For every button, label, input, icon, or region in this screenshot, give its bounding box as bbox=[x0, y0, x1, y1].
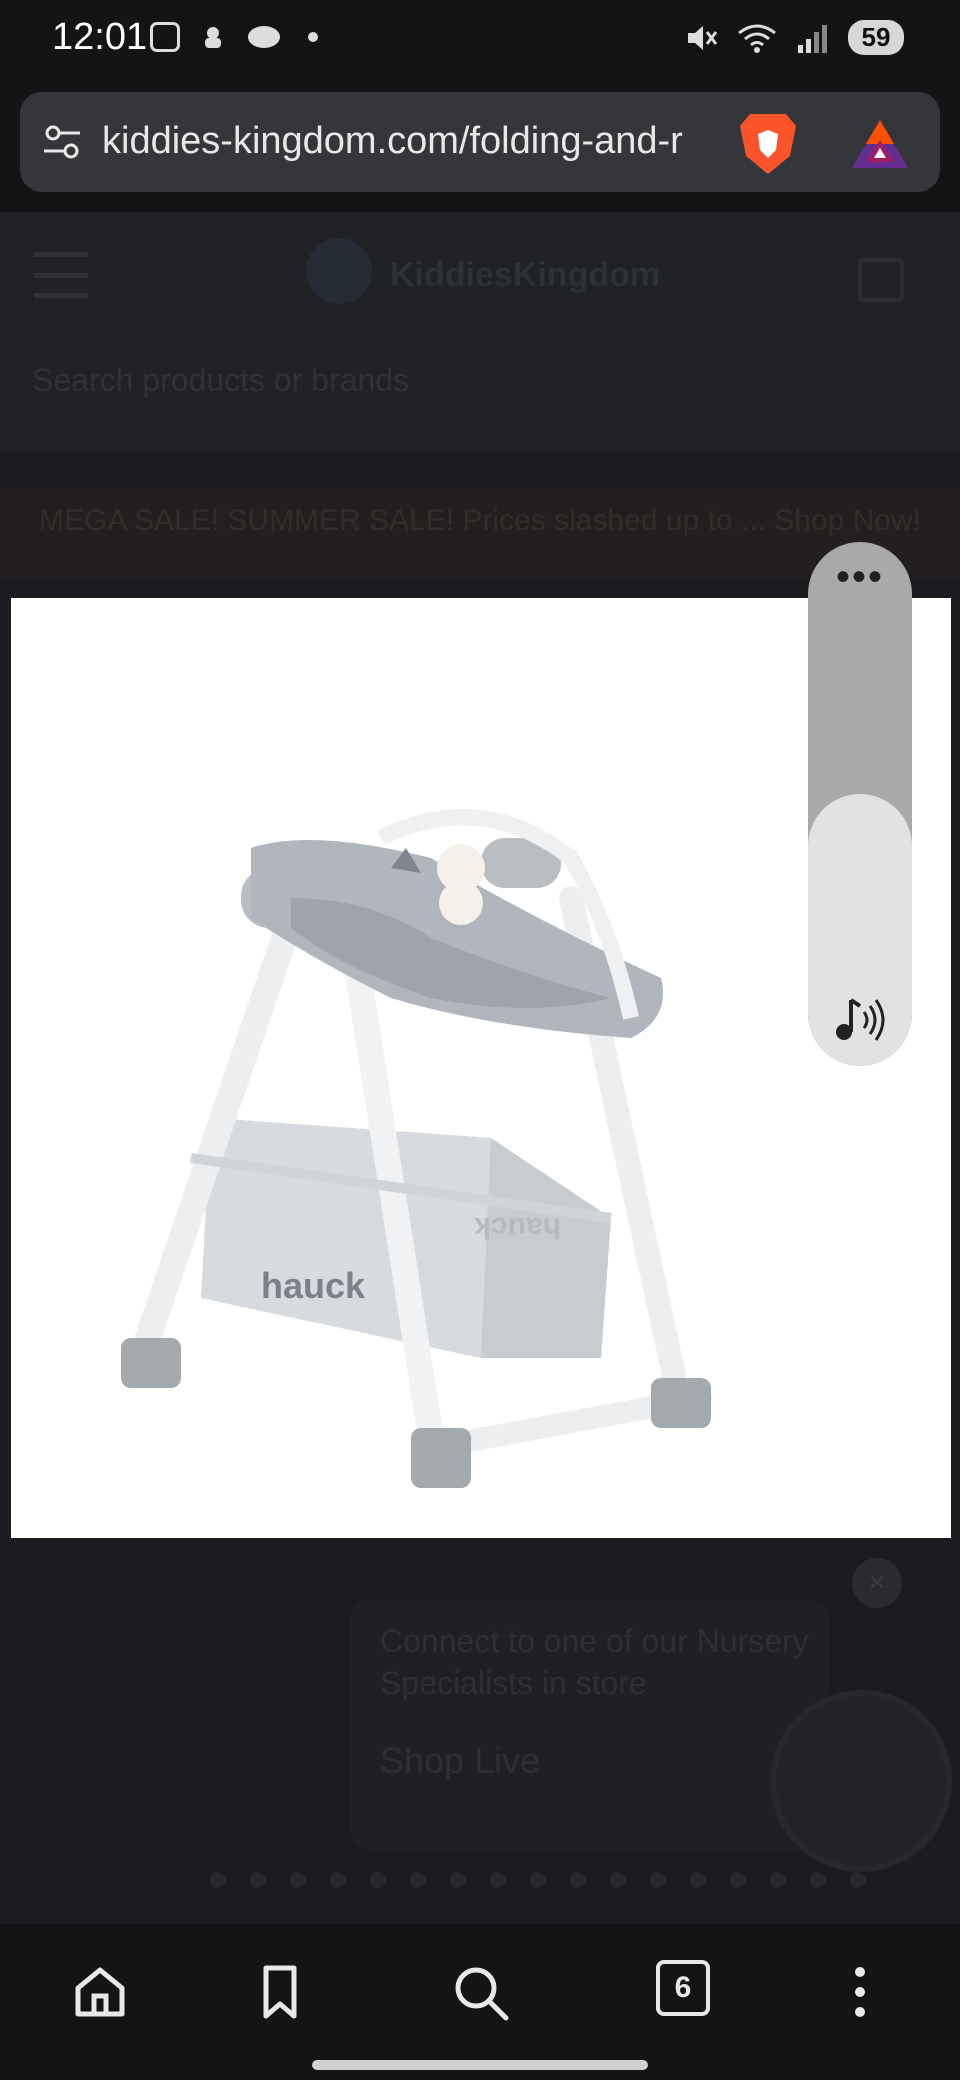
brave-rewards-icon[interactable] bbox=[850, 118, 910, 170]
status-time: 12:01 bbox=[52, 16, 148, 58]
tabs-button[interactable]: 6 bbox=[656, 1960, 710, 2016]
site-search-input[interactable]: Search products or brands bbox=[32, 362, 409, 399]
chat-avatar[interactable] bbox=[770, 1690, 952, 1872]
home-icon[interactable] bbox=[68, 1960, 132, 2024]
bookmark-icon[interactable] bbox=[248, 1960, 312, 2024]
url-text[interactable]: kiddies-kingdom.com/folding-and-r bbox=[102, 120, 732, 163]
browser-toolbar: kiddies-kingdom.com/folding-and-r bbox=[0, 80, 960, 212]
site-header: KiddiesKingdom Search products or brands bbox=[0, 212, 960, 452]
site-settings-icon[interactable] bbox=[42, 122, 82, 162]
chat-close-icon[interactable]: × bbox=[852, 1558, 902, 1608]
signal-icon bbox=[798, 24, 827, 53]
chat-message: Connect to one of our Nursery Specialist… bbox=[380, 1623, 809, 1701]
site-logo-icon bbox=[306, 238, 372, 304]
page-lower-section: × Connect to one of our Nursery Speciali… bbox=[0, 1540, 960, 1924]
brand-label: hauck bbox=[261, 1265, 366, 1306]
cart-icon[interactable] bbox=[858, 258, 904, 302]
brand-label-mirrored: hauck bbox=[474, 1211, 561, 1244]
screenshot-icon bbox=[150, 22, 180, 52]
brave-shields-icon[interactable] bbox=[738, 110, 798, 176]
gesture-bar[interactable] bbox=[312, 2060, 648, 2070]
media-volume-icon bbox=[836, 998, 885, 1041]
browser-bottom-nav: 6 bbox=[0, 1924, 960, 2080]
more-menu-icon[interactable] bbox=[828, 1960, 892, 2024]
site-logo-text: KiddiesKingdom bbox=[390, 256, 661, 294]
status-icons-left bbox=[150, 22, 318, 52]
wifi-icon bbox=[738, 24, 776, 53]
menu-icon[interactable] bbox=[34, 252, 88, 298]
shop-live-link[interactable]: Shop Live bbox=[380, 1740, 540, 1782]
status-icons-right: 59 bbox=[684, 20, 904, 55]
more-options-icon[interactable]: ••• bbox=[808, 557, 912, 597]
volume-panel[interactable]: ••• bbox=[808, 542, 912, 1066]
status-bar: 12:01 59 bbox=[0, 0, 960, 80]
ist-icon bbox=[248, 26, 280, 48]
more-notifications-dot-icon bbox=[308, 32, 318, 42]
search-icon[interactable] bbox=[448, 1960, 512, 2024]
mute-icon bbox=[688, 25, 718, 50]
carousel-dots bbox=[210, 1872, 866, 1888]
url-bar[interactable]: kiddies-kingdom.com/folding-and-r bbox=[20, 92, 940, 192]
notification-icon bbox=[205, 27, 221, 48]
chat-widget[interactable]: Connect to one of our Nursery Specialist… bbox=[350, 1600, 830, 1850]
promo-text: MEGA SALE! SUMMER SALE! Prices slashed u… bbox=[38, 504, 922, 537]
battery-level: 59 bbox=[848, 20, 904, 55]
